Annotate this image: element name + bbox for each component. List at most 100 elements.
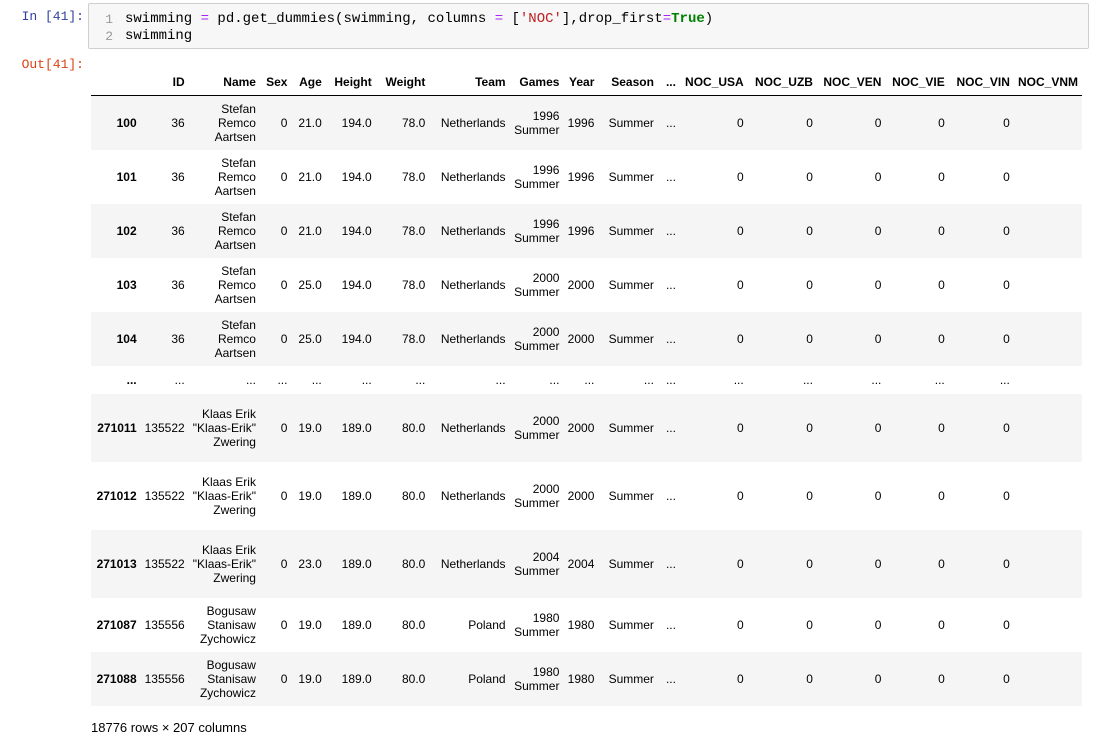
code-line-1: swimming = pd.get_dummies(swimming, colu… [125,11,713,28]
table-cell: 0 [1003,223,1010,238]
table-cell [1014,258,1082,312]
table-cell: Summer [608,617,654,632]
table-cell: 0 [280,420,288,435]
table-cell [1014,312,1082,366]
table-cell: ... [495,372,506,387]
table-cell: 78.0 [401,331,426,346]
code-token: = [662,11,672,27]
table-cell: 0 [806,617,813,632]
table-cell: 0 [806,277,813,292]
table-cell: ... [665,223,676,238]
code-token: True [671,11,705,27]
table-cell: 19.0 [298,420,322,435]
index-header [91,68,141,96]
table-cell: 0 [737,671,744,686]
table-cell: Stefan Remco Aartsen [214,101,256,144]
table-cell: Netherlands [440,331,506,346]
table-cell: 36 [171,115,185,130]
table-cell: 194.0 [341,115,372,130]
table-cell: 0 [1003,488,1010,503]
output-area[interactable]: ID Name Sex Age Height Weight Team Games Year Sea… [91,68,1082,708]
table-cell: ... [174,372,185,387]
table-cell: 135522 [144,556,185,571]
row-index: 271011 [97,420,137,435]
column-header: Height [334,74,372,89]
table-row: 271013 135522 Klaas Erik "Klaas-Erik" Zwer… [91,529,1082,598]
table-cell: 78.0 [401,223,426,238]
table-cell: 0 [806,420,813,435]
table-cell: 189.0 [341,617,372,632]
table-cell: 80.0 [401,617,426,632]
table-cell: 189.0 [341,488,372,503]
table-cell: 80.0 [401,671,426,686]
table-cell: 19.0 [298,488,322,503]
table-cell: ... [245,372,256,387]
table-cell: 36 [171,331,185,346]
table-cell: 2000 [567,488,595,503]
table-cell: Stefan Remco Aartsen [214,209,256,252]
table-cell: 0 [737,169,744,184]
table-cell: ... [361,372,372,387]
table-cell: 189.0 [341,420,372,435]
table-cell: ... [802,372,813,387]
table-row: 271011 135522 Klaas Erik "Klaas-Erik" Zwer… [91,393,1082,462]
table-cell: 0 [938,617,945,632]
column-header: Age [299,74,322,89]
code-token: pd.get_dummies(swimming, columns [209,11,495,27]
table-cell: 0 [737,331,744,346]
table-cell: 1980 Summer [514,610,560,639]
table-row: 103 36 Stefan Remco Aartsen 0 25.0 194.0 78.0 N… [91,258,1082,312]
table-cell: 189.0 [341,556,372,571]
table-cell: 0 [1003,617,1010,632]
code-editor[interactable]: swimming = pd.get_dummies(swimming, colu… [125,11,713,45]
table-cell: 1996 Summer [514,216,560,245]
table-cell: Summer [608,556,654,571]
table-row: 100 36 Stefan Remco Aartsen 0 21.0 194.0 78.0 N… [91,95,1082,150]
table-cell: 2000 Summer [514,481,560,510]
table-cell: 80.0 [401,556,426,571]
table-cell: 0 [806,671,813,686]
table-cell: 19.0 [298,671,322,686]
table-cell: 0 [1003,115,1010,130]
table-cell: Summer [608,488,654,503]
table-cell [1014,150,1082,204]
table-cell: 0 [737,277,744,292]
table-cell: 23.0 [298,556,322,571]
table-cell [1014,394,1082,462]
table-cell: 0 [1003,420,1010,435]
code-line-2: swimming [125,28,193,44]
table-cell: 2000 [567,331,595,346]
table-cell: 2004 [567,556,595,571]
table-cell: 0 [874,488,882,503]
table-cell: 0 [280,488,288,503]
column-header: Year [569,74,595,89]
table-cell: 1980 Summer [514,664,560,693]
table-cell: 0 [874,420,882,435]
table-cell [1014,96,1082,150]
table-body: 100 36 Stefan Remco Aartsen 0 21.0 194.0 78.0 N… [91,95,1082,706]
table-cell: ... [665,169,676,184]
code-token: ],drop_first [561,11,663,27]
table-cell [1014,462,1082,530]
table-cell: Poland [468,671,506,686]
table-cell: Netherlands [440,223,506,238]
table-cell: 0 [737,115,744,130]
row-index: 104 [116,331,137,346]
table-cell: 0 [938,556,945,571]
table-cell: Klaas Erik "Klaas-Erik" Zwering [192,474,256,517]
table-cell: 0 [938,115,945,130]
table-row: 271087 135556 Bogusaw Stanisaw Zychowicz 0 1… [91,598,1082,652]
table-cell: 0 [874,331,882,346]
table-cell: 2000 [567,420,595,435]
table-cell: 25.0 [298,277,322,292]
table-cell: 0 [1003,556,1010,571]
table-cell: ... [665,277,676,292]
table-cell: 0 [737,556,744,571]
table-cell: 0 [280,556,288,571]
code-cell[interactable]: 1 2 swimming = pd.get_dummies(swimming, … [88,3,1089,49]
table-cell: 1980 [567,617,595,632]
table-cell: 2000 [567,277,595,292]
table-cell [1014,530,1082,598]
table-row: 101 36 Stefan Remco Aartsen 0 21.0 194.0 78.0 N… [91,150,1082,204]
table-cell: 1980 [567,671,595,686]
